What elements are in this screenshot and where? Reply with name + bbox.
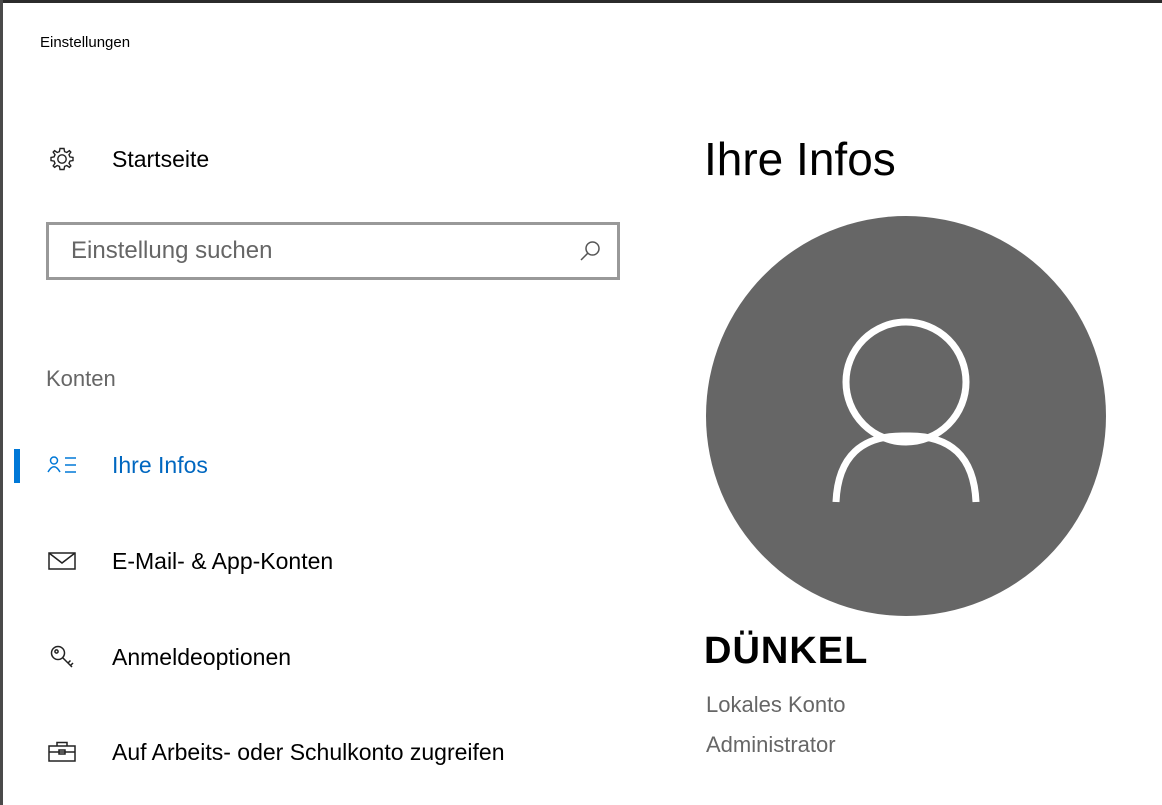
key-icon bbox=[46, 643, 78, 671]
sidebar-item-label: Auf Arbeits- oder Schulkonto zugreifen bbox=[112, 739, 505, 765]
user-silhouette-icon bbox=[706, 214, 1106, 619]
account-type: Lokales Konto bbox=[706, 692, 846, 717]
search-input[interactable] bbox=[49, 225, 571, 277]
search-icon[interactable] bbox=[577, 238, 603, 264]
sidebar-item-label: Ihre Infos bbox=[112, 452, 208, 478]
user-name: DÜNKEL bbox=[704, 630, 869, 672]
sidebar-item-email-app-accounts[interactable]: E-Mail- & App-Konten bbox=[0, 535, 640, 587]
mail-icon bbox=[46, 547, 78, 575]
person-list-icon bbox=[46, 451, 78, 479]
user-role: Administrator bbox=[706, 732, 836, 757]
section-heading-konten: Konten bbox=[46, 366, 116, 391]
home-button[interactable]: Startseite bbox=[46, 138, 606, 180]
page-title: Ihre Infos bbox=[704, 133, 896, 185]
window-frame-top bbox=[0, 0, 1162, 3]
sidebar-item-label: Anmeldeoptionen bbox=[112, 644, 292, 670]
sidebar-item-label: E-Mail- & App-Konten bbox=[112, 548, 334, 574]
gear-icon bbox=[46, 143, 78, 175]
sidebar-item-ihre-infos[interactable]: Ihre Infos bbox=[0, 439, 640, 491]
settings-window: Einstellungen Startseite Konten bbox=[0, 0, 1162, 805]
avatar bbox=[706, 216, 1106, 616]
selection-indicator bbox=[14, 449, 20, 483]
sidebar-item-sign-in-options[interactable]: Anmeldeoptionen bbox=[0, 631, 640, 683]
briefcase-icon bbox=[46, 738, 78, 766]
window-frame-left bbox=[0, 0, 3, 805]
home-label: Startseite bbox=[112, 145, 210, 172]
window-title: Einstellungen bbox=[40, 34, 131, 51]
settings-search-box[interactable] bbox=[46, 222, 620, 280]
sidebar-item-work-school-access[interactable]: Auf Arbeits- oder Schulkonto zugreifen bbox=[0, 726, 640, 778]
